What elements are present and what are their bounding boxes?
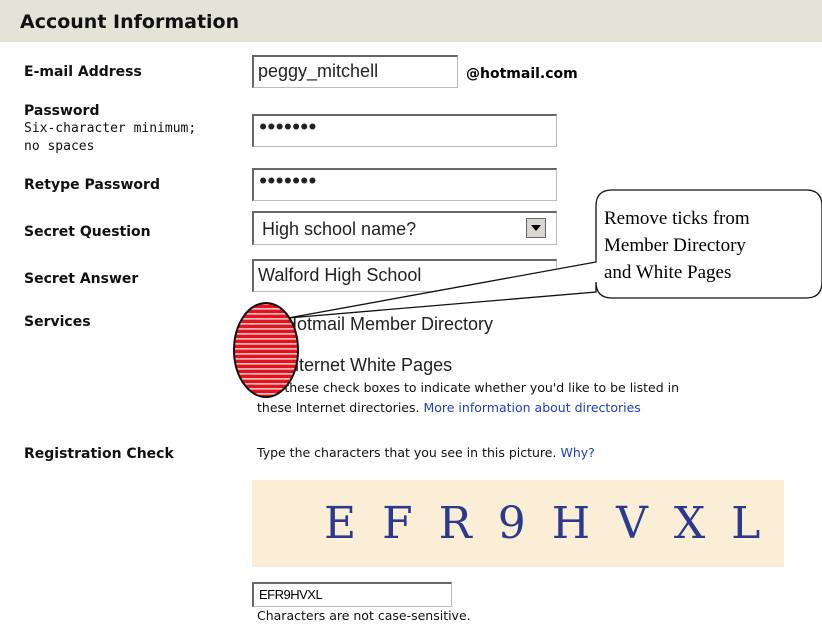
callout-line1: Remove ticks from xyxy=(604,208,750,229)
annotation-overlay xyxy=(233,189,822,398)
highlight-oval xyxy=(233,302,299,398)
callout-text: Remove ticks from Member Directory and W… xyxy=(604,205,804,286)
callout-line2: Member Directory xyxy=(604,235,746,256)
callout-line3: and White Pages xyxy=(604,262,732,283)
